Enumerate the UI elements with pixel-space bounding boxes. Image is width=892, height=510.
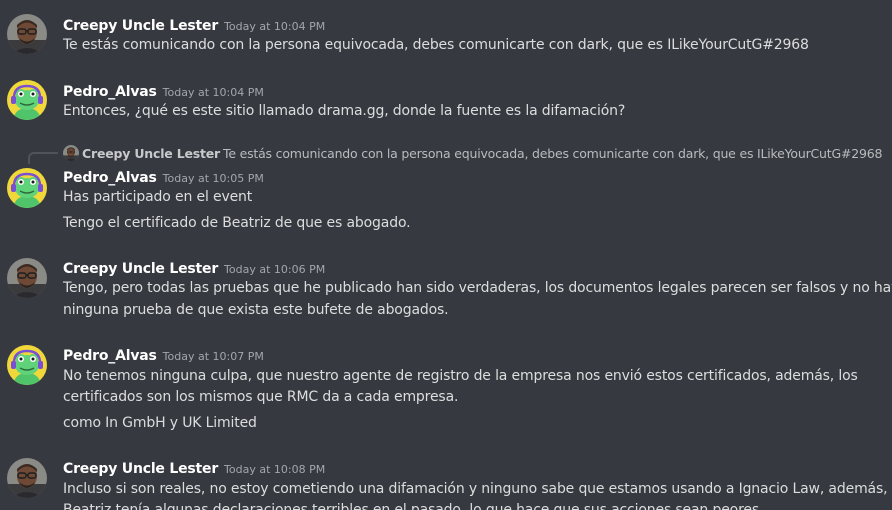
reply-connector — [28, 152, 58, 164]
message-text: Entonces, ¿qué es este sitio llamado dra… — [63, 103, 626, 119]
avatar[interactable] — [7, 258, 47, 298]
author-name[interactable]: Creepy Uncle Lester — [63, 261, 218, 277]
timestamp: Today at 10:07 PM — [162, 350, 264, 363]
message-header: Creepy Uncle Lester Today at 10:06 PM — [63, 258, 325, 277]
message-text: Has participado en el event — [63, 189, 253, 205]
avatar[interactable] — [7, 345, 47, 385]
reply-text: Te estás comunicando con la persona equi… — [223, 146, 883, 161]
author-name[interactable]: Pedro_Alvas — [63, 348, 157, 364]
timestamp: Today at 10:04 PM — [162, 86, 264, 99]
avatar[interactable] — [7, 14, 47, 54]
green-frog-headphones-avatar-icon — [7, 80, 47, 120]
message-text: No tenemos ninguna culpa, que nuestro ag… — [63, 368, 858, 384]
timestamp: Today at 10:06 PM — [224, 263, 326, 276]
message-header: Pedro_Alvas Today at 10:07 PM — [63, 345, 264, 364]
man-with-glasses-avatar-icon — [7, 258, 47, 298]
message-text: Tengo, pero todas las pruebas que he pub… — [63, 280, 892, 296]
avatar[interactable] — [7, 80, 47, 120]
message-text: Incluso si son reales, no estoy cometien… — [63, 481, 888, 497]
message-header: Pedro_Alvas Today at 10:04 PM — [63, 81, 264, 100]
message-text: Te estás comunicando con la persona equi… — [63, 37, 809, 53]
message-text: Beatriz tenía algunas declaraciones terr… — [63, 502, 764, 510]
man-with-glasses-avatar-icon — [7, 14, 47, 54]
author-name[interactable]: Creepy Uncle Lester — [63, 18, 218, 34]
author-name[interactable]: Pedro_Alvas — [63, 170, 157, 186]
timestamp: Today at 10:04 PM — [224, 20, 326, 33]
green-frog-headphones-avatar-icon — [7, 345, 47, 385]
reply-preview[interactable]: Creepy Uncle Lester Te estás comunicando … — [63, 145, 882, 161]
message-text: certificados son los mismos que RMC da a… — [63, 389, 459, 405]
avatar[interactable] — [7, 168, 47, 208]
message-header: Creepy Uncle Lester Today at 10:08 PM — [63, 458, 325, 477]
author-name[interactable]: Pedro_Alvas — [63, 84, 157, 100]
message-text: Tengo el certificado de Beatriz de que e… — [63, 215, 411, 231]
reply-avatar-icon — [63, 145, 79, 161]
timestamp: Today at 10:05 PM — [162, 172, 264, 185]
avatar[interactable] — [7, 458, 47, 498]
green-frog-headphones-avatar-icon — [7, 168, 47, 208]
man-with-glasses-avatar-icon — [7, 458, 47, 498]
author-name[interactable]: Creepy Uncle Lester — [63, 461, 218, 477]
reply-author[interactable]: Creepy Uncle Lester — [82, 146, 220, 161]
message-header: Pedro_Alvas Today at 10:05 PM — [63, 167, 264, 186]
timestamp: Today at 10:08 PM — [224, 463, 326, 476]
message-header: Creepy Uncle Lester Today at 10:04 PM — [63, 15, 325, 34]
message-text: ninguna prueba de que exista este bufete… — [63, 302, 449, 318]
chat-messages: Creepy Uncle Lester Today at 10:04 PM Te … — [0, 0, 892, 510]
message-text: como In GmbH y UK Limited — [63, 415, 257, 431]
